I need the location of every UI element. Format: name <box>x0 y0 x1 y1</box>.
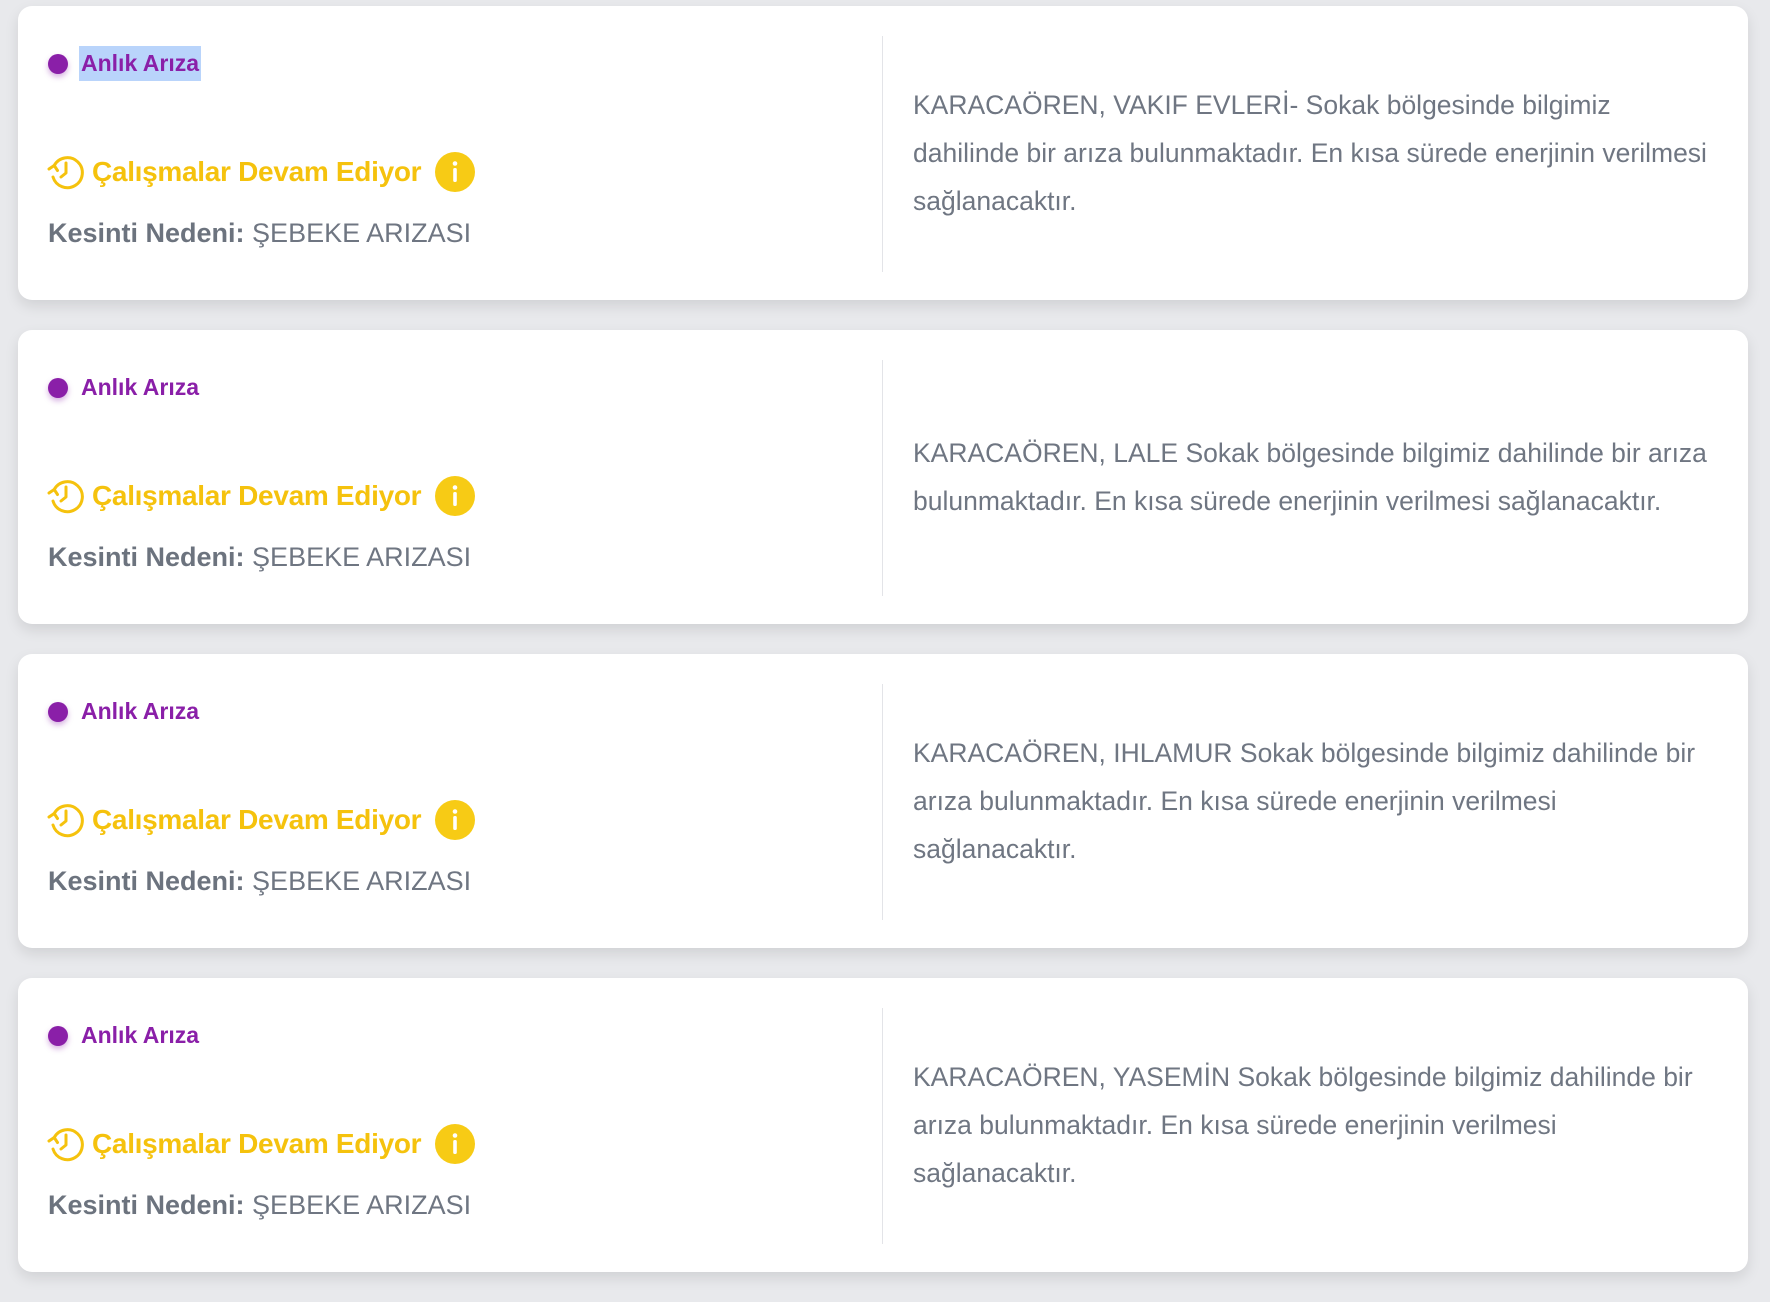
outage-status-label: Çalışmalar Devam Ediyor <box>92 804 422 835</box>
outage-summary: Anlık Arıza Çalışmalar Devam Ediyor Kesi… <box>18 654 882 948</box>
outage-reason-label: Kesinti Nedeni: <box>48 218 245 248</box>
outage-reason-value: ŞEBEKE ARIZASI <box>252 218 472 248</box>
outage-description: KARACAÖREN, YASEMİN Sokak bölgesinde bil… <box>913 1062 1693 1188</box>
outage-type-tag: Anlık Arıza <box>48 1018 201 1053</box>
outage-reason-value: ŞEBEKE ARIZASI <box>252 1190 472 1220</box>
card-divider <box>882 684 883 920</box>
outage-status: Çalışmalar Devam Ediyor <box>46 800 476 840</box>
outage-summary: Anlık Arıza Çalışmalar Devam Ediyor Kesi… <box>18 330 882 624</box>
info-icon[interactable] <box>435 476 476 516</box>
outage-card: Anlık Arıza Çalışmalar Devam Ediyor Kesi… <box>18 6 1748 300</box>
outage-type-dot <box>48 1025 68 1046</box>
outage-details: KARACAÖREN, VAKIF EVLERİ- Sokak bölgesin… <box>913 6 1713 300</box>
card-divider <box>882 36 883 272</box>
clock-progress-icon <box>47 1128 84 1162</box>
outage-status: Çalışmalar Devam Ediyor <box>46 152 476 192</box>
outage-reason-label: Kesinti Nedeni: <box>48 1190 245 1220</box>
outage-details: KARACAÖREN, YASEMİN Sokak bölgesinde bil… <box>913 978 1713 1272</box>
outage-type-label: Anlık Arıza <box>81 698 200 724</box>
outage-description: KARACAÖREN, VAKIF EVLERİ- Sokak bölgesin… <box>913 90 1707 216</box>
outage-description: KARACAÖREN, LALE Sokak bölgesinde bilgim… <box>913 438 1707 516</box>
outage-type-tag: Anlık Arıza <box>48 46 202 81</box>
outage-status-label: Çalışmalar Devam Ediyor <box>92 1128 422 1159</box>
outage-reason: Kesinti Nedeni: ŞEBEKE ARIZASI <box>48 1190 471 1221</box>
outage-status: Çalışmalar Devam Ediyor <box>46 1124 476 1164</box>
outage-type-label: Anlık Arıza <box>81 374 200 400</box>
clock-progress-icon <box>47 156 84 190</box>
outage-reason-value: ŞEBEKE ARIZASI <box>252 542 472 572</box>
outage-type-label: Anlık Arıza <box>79 46 202 81</box>
outage-status-label: Çalışmalar Devam Ediyor <box>92 156 422 187</box>
outage-reason-label: Kesinti Nedeni: <box>48 542 245 572</box>
card-divider <box>882 1008 883 1244</box>
outage-summary: Anlık Arıza Çalışmalar Devam Ediyor Kesi… <box>18 6 882 300</box>
outage-card: Anlık Arıza Çalışmalar Devam Ediyor Kesi… <box>18 978 1748 1272</box>
outage-reason: Kesinti Nedeni: ŞEBEKE ARIZASI <box>48 866 471 897</box>
clock-progress-icon <box>47 480 84 514</box>
outage-reason-value: ŞEBEKE ARIZASI <box>252 866 472 896</box>
clock-progress-icon <box>47 804 84 838</box>
outage-status-label: Çalışmalar Devam Ediyor <box>92 480 422 511</box>
outage-reason: Kesinti Nedeni: ŞEBEKE ARIZASI <box>48 218 471 249</box>
outage-type-tag: Anlık Arıza <box>48 370 201 405</box>
outage-type-label: Anlık Arıza <box>81 1022 200 1048</box>
outage-type-dot <box>48 377 68 398</box>
outage-details: KARACAÖREN, IHLAMUR Sokak bölgesinde bil… <box>913 654 1713 948</box>
info-icon[interactable] <box>435 152 476 192</box>
info-icon[interactable] <box>435 800 476 840</box>
outage-type-tag: Anlık Arıza <box>48 694 201 729</box>
outage-card: Anlık Arıza Çalışmalar Devam Ediyor Kesi… <box>18 330 1748 624</box>
outage-status: Çalışmalar Devam Ediyor <box>46 476 476 516</box>
outage-summary: Anlık Arıza Çalışmalar Devam Ediyor Kesi… <box>18 978 882 1272</box>
outage-reason: Kesinti Nedeni: ŞEBEKE ARIZASI <box>48 542 471 573</box>
info-icon[interactable] <box>435 1124 476 1164</box>
outage-list: Anlık Arıza Çalışmalar Devam Ediyor Kesi… <box>18 6 1748 1302</box>
outage-card: Anlık Arıza Çalışmalar Devam Ediyor Kesi… <box>18 654 1748 948</box>
outage-type-dot <box>48 53 68 74</box>
outage-reason-label: Kesinti Nedeni: <box>48 866 245 896</box>
outage-description: KARACAÖREN, IHLAMUR Sokak bölgesinde bil… <box>913 738 1696 864</box>
outage-details: KARACAÖREN, LALE Sokak bölgesinde bilgim… <box>913 330 1713 624</box>
outage-type-dot <box>48 701 68 722</box>
card-divider <box>882 360 883 596</box>
